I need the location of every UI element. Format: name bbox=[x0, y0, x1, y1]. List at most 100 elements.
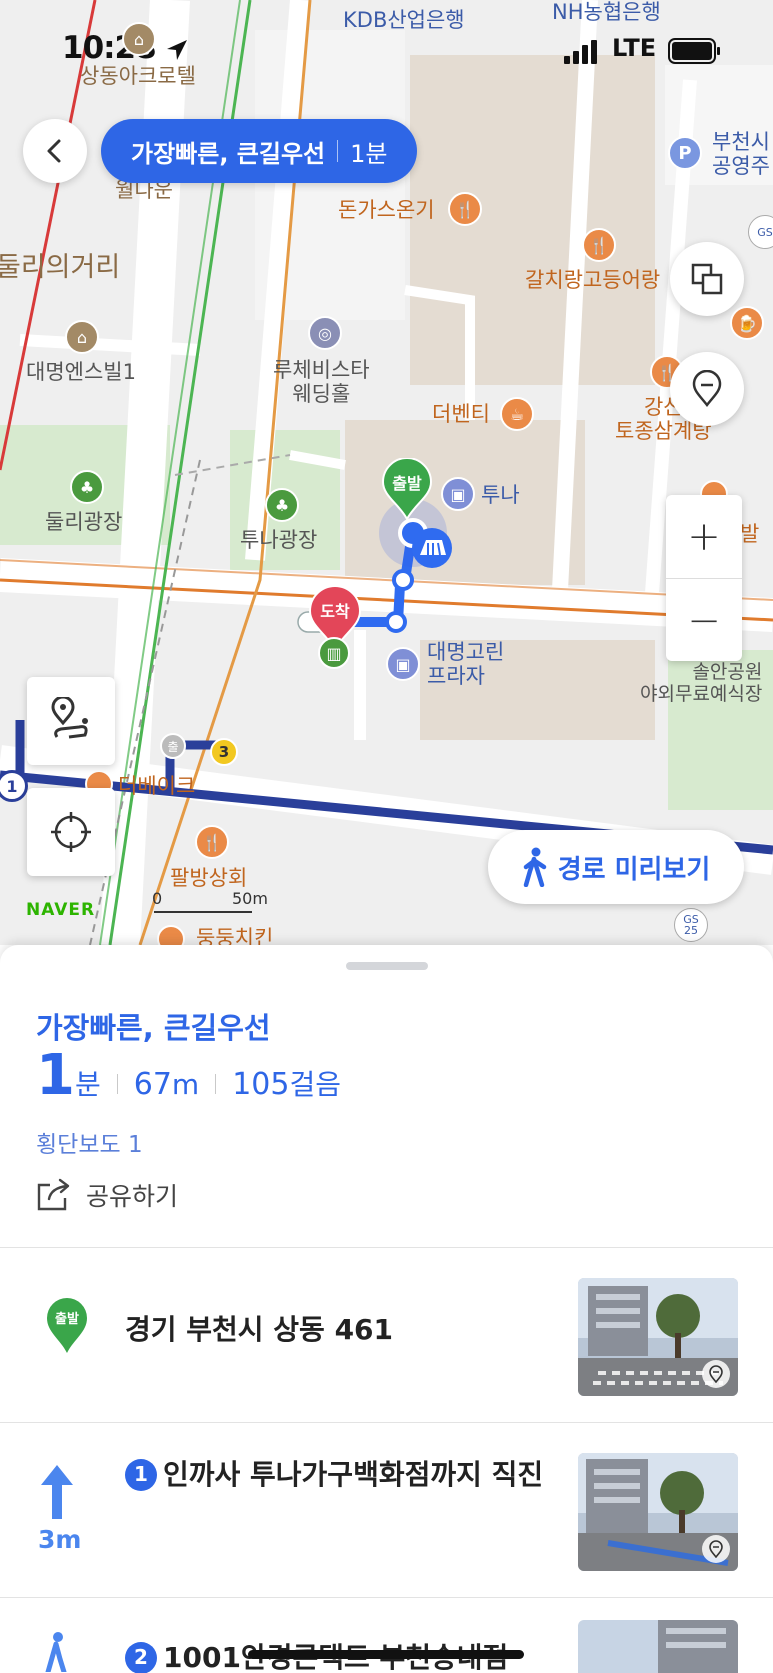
route-option-pill[interactable]: 가장빠른, 큰길우선 1분 bbox=[101, 119, 418, 183]
location-marker-button[interactable] bbox=[670, 352, 744, 426]
map-label-tuna-square: 투나광장 bbox=[240, 528, 318, 552]
bus-stop-badge: 3 bbox=[210, 738, 238, 766]
naver-logo: NAVER bbox=[26, 900, 96, 920]
sheet-route-title: 가장빠른, 큰길우선 bbox=[36, 1011, 271, 1045]
route-step-start[interactable]: 출발 경기 부천시 상동 461 bbox=[0, 1248, 773, 1423]
network-type: LTE bbox=[612, 34, 657, 62]
share-button[interactable]: 공유하기 bbox=[36, 1177, 178, 1213]
start-pin[interactable]: 출발 bbox=[381, 457, 433, 522]
walking-person-icon bbox=[45, 1632, 67, 1672]
map-label-dungdung: 둥둥치킨 bbox=[196, 926, 274, 945]
home-indicator bbox=[248, 1650, 524, 1659]
end-pin-label: 도착 bbox=[320, 602, 350, 621]
start-pin-label: 출발 bbox=[392, 474, 422, 493]
route-option-title: 가장빠른, 큰길우선 bbox=[131, 139, 326, 168]
route-stats: 1 분 67 m 105 걸음 bbox=[36, 1048, 341, 1104]
shopping-icon: ▣ bbox=[386, 647, 420, 681]
start-badge-pin: 출발 bbox=[45, 1296, 89, 1354]
sheet-drag-handle[interactable] bbox=[346, 962, 428, 970]
map-label-dongas: 돈가스온기 bbox=[338, 198, 435, 222]
step-text-container: 1 인까사 투나가구백화점까지 직진 bbox=[125, 1453, 545, 1496]
map-view[interactable]: 10:28 LTE KDB산업은행 NH농협은행 상동아크로텔 ⌂ 월다운 둘리… bbox=[0, 0, 773, 945]
duration-value: 1 bbox=[36, 1043, 75, 1108]
wedding-ring-icon: ◎ bbox=[308, 316, 342, 350]
map-label-parking-public: 부천시 공영주 bbox=[712, 130, 770, 179]
stat-divider bbox=[116, 1074, 118, 1094]
share-label: 공유하기 bbox=[86, 1182, 179, 1211]
park-icon: ♣ bbox=[265, 488, 299, 522]
layers-icon bbox=[691, 263, 723, 295]
my-location-button[interactable] bbox=[27, 788, 115, 876]
street-view-thumbnail[interactable] bbox=[578, 1620, 738, 1673]
scale-fifty: 50m bbox=[232, 889, 268, 908]
map-label-tuna: 투나 bbox=[481, 483, 520, 507]
step-number-badge: 1 bbox=[125, 1458, 157, 1491]
stat-divider bbox=[215, 1074, 217, 1094]
street-view-thumbnail[interactable] bbox=[578, 1278, 738, 1396]
route-pin-icon bbox=[51, 697, 88, 739]
street-view-thumbnail[interactable] bbox=[578, 1453, 738, 1571]
pill-divider bbox=[337, 140, 339, 162]
restaurant-icon: 🍴 bbox=[195, 825, 229, 859]
route-step-1[interactable]: 3m 1 인까사 투나가구백화점까지 직진 bbox=[0, 1423, 773, 1598]
signal-icon bbox=[564, 40, 597, 64]
back-button[interactable] bbox=[23, 119, 87, 183]
parking-icon: P bbox=[668, 136, 702, 170]
map-label-the-bake: 더베이크 bbox=[118, 774, 196, 798]
share-icon bbox=[37, 1178, 70, 1211]
steps-unit: 걸음 bbox=[289, 1068, 341, 1101]
map-label-dulli-square: 둘리광장 bbox=[45, 510, 123, 534]
distance-unit: m bbox=[171, 1068, 200, 1101]
shopping-icon: ▣ bbox=[441, 477, 475, 511]
map-label-sangdong-acro: 상동아크로텔 bbox=[80, 64, 196, 88]
battery-icon bbox=[668, 38, 720, 64]
location-arrow-icon bbox=[167, 40, 187, 60]
map-label-kdb: KDB산업은행 bbox=[343, 8, 465, 32]
building-icon: ⌂ bbox=[122, 22, 156, 56]
gs25-icon: GS 25 bbox=[674, 908, 708, 942]
beer-icon: 🍺 bbox=[730, 306, 764, 340]
step-number-badge: 2 bbox=[125, 1641, 157, 1673]
layers-button[interactable] bbox=[670, 242, 744, 316]
park-icon: ♣ bbox=[70, 470, 104, 504]
map-label-palbang: 팔방상회 bbox=[170, 866, 248, 890]
step-text: 경기 부천시 상동 461 bbox=[125, 1313, 394, 1346]
step-text: 인까사 투나가구백화점까지 직진 bbox=[163, 1458, 544, 1491]
distance-value: 67 bbox=[133, 1067, 172, 1102]
map-label-galchi: 갈치랑고등어랑 bbox=[525, 268, 661, 292]
zoom-in-button[interactable]: + bbox=[666, 495, 742, 579]
map-scale: 0 50m bbox=[152, 889, 268, 915]
map-pin-icon bbox=[702, 1535, 730, 1563]
route-detail-sheet[interactable]: 가장빠른, 큰길우선 1 분 67 m 105 걸음 횡단보도 1 공유하기 출… bbox=[0, 945, 773, 1673]
scale-bar bbox=[154, 911, 252, 913]
map-label-right-edge: 발 bbox=[740, 522, 760, 546]
chicken-icon bbox=[157, 925, 185, 945]
steps-value: 105 bbox=[232, 1067, 290, 1102]
map-label-nh: NH농협은행 bbox=[552, 0, 661, 24]
restaurant-icon: 🍴 bbox=[448, 192, 482, 226]
map-pin-icon bbox=[702, 1360, 730, 1388]
crosswalk-count: 횡단보도 1 bbox=[36, 1132, 143, 1158]
restaurant-icon: 🍴 bbox=[582, 228, 616, 262]
route-step-2[interactable]: 21001안경콘택트 부천송내점 bbox=[0, 1598, 773, 1673]
route-options-button[interactable] bbox=[27, 677, 115, 765]
start-badge-label: 출발 bbox=[55, 1312, 79, 1327]
zoom-control: + − bbox=[666, 495, 742, 661]
zoom-out-button[interactable]: − bbox=[666, 579, 742, 662]
map-pin-icon bbox=[692, 370, 722, 408]
crosshair-icon bbox=[51, 812, 91, 852]
map-label-daemyung-green: 대명고린 프라자 bbox=[427, 640, 505, 689]
map-label-the-venti: 더벤티 bbox=[432, 402, 490, 426]
route-preview-button[interactable]: 경로 미리보기 bbox=[488, 830, 744, 904]
route-option-duration: 1분 bbox=[350, 139, 388, 168]
chevron-left-icon bbox=[47, 139, 61, 163]
map-label-daemyung-ensville: 대명엔스빌1 bbox=[26, 360, 136, 384]
map-label-dulli-street: 둘리의거리 bbox=[0, 252, 121, 283]
cafe-icon: ☕ bbox=[500, 397, 534, 431]
map-label-luce-bista: 루체비스타 웨딩홀 bbox=[273, 358, 370, 407]
route-preview-label: 경로 미리보기 bbox=[557, 854, 711, 885]
store-icon: ▥ bbox=[318, 637, 350, 669]
duration-unit: 분 bbox=[74, 1068, 101, 1101]
arrow-up-icon bbox=[41, 1465, 73, 1519]
scale-zero: 0 bbox=[152, 889, 163, 908]
